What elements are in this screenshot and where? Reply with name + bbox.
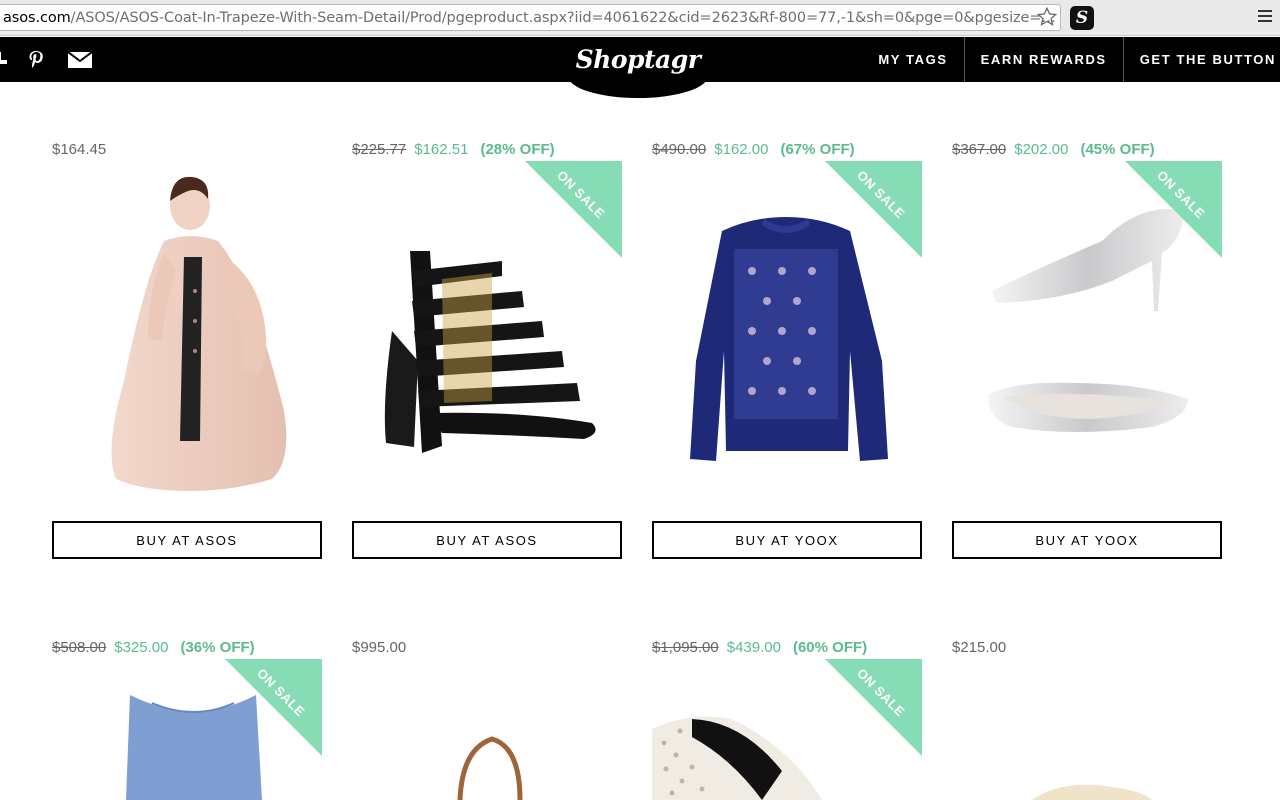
regular-price: $995.00 xyxy=(352,639,407,656)
price-line: $215.00 xyxy=(952,639,1006,656)
original-price: $1,095.00 xyxy=(652,639,719,656)
main-nav: MY TAGS EARN REWARDS GET THE BUTTON xyxy=(858,37,1280,82)
price-line: $164.45 xyxy=(52,141,106,158)
price-line: $1,095.00 $439.00 (60% OFF) xyxy=(652,639,867,656)
original-price: $490.00 xyxy=(652,141,707,158)
product-image-dress[interactable]: ON SALE xyxy=(52,659,322,800)
sale-price: $325.00 xyxy=(114,639,169,656)
nav-my-tags[interactable]: MY TAGS xyxy=(858,37,963,82)
buy-button[interactable]: BUY AT ASOS xyxy=(52,521,322,559)
site-logo[interactable]: Shoptagr xyxy=(568,45,708,74)
price-line: $225.77 $162.51 (28% OFF) xyxy=(352,141,555,158)
discount-percent: (45% OFF) xyxy=(1080,141,1155,158)
product-image-coat[interactable] xyxy=(52,161,322,506)
price-line: $995.00 xyxy=(352,639,406,656)
bookmark-star-icon[interactable] xyxy=(1036,6,1058,28)
product-image-studded-shoe[interactable]: ON SALE xyxy=(652,659,922,800)
discount-percent: (67% OFF) xyxy=(780,141,855,158)
price-line: $508.00 $325.00 (36% OFF) xyxy=(52,639,255,656)
regular-price: $215.00 xyxy=(952,639,1007,656)
sale-price: $202.00 xyxy=(1014,141,1069,158)
browser-toolbar: asos.com/ASOS/ASOS-Coat-In-Trapeze-With-… xyxy=(0,0,1280,36)
buy-button[interactable]: BUY AT ASOS xyxy=(352,521,622,559)
address-bar[interactable]: asos.com/ASOS/ASOS-Coat-In-Trapeze-With-… xyxy=(0,4,1061,31)
discount-percent: (28% OFF) xyxy=(480,141,555,158)
sale-price: $162.51 xyxy=(414,141,469,158)
logo-tab: Shoptagr xyxy=(568,40,708,98)
email-icon[interactable] xyxy=(60,45,100,75)
sale-price: $162.00 xyxy=(714,141,769,158)
buy-button[interactable]: BUY AT YOOX xyxy=(952,521,1222,559)
original-price: $508.00 xyxy=(52,639,107,656)
product-image-cream-shoe[interactable] xyxy=(952,659,1222,800)
buy-button[interactable]: BUY AT YOOX xyxy=(652,521,922,559)
url-host: asos.com xyxy=(3,10,71,26)
discount-percent: (60% OFF) xyxy=(792,639,868,656)
pinterest-icon[interactable] xyxy=(16,45,56,75)
nav-earn-rewards[interactable]: EARN REWARDS xyxy=(963,37,1123,82)
sale-price: $439.00 xyxy=(726,639,781,656)
product-image-handbag[interactable] xyxy=(352,659,622,800)
price-line: $490.00 $162.00 (67% OFF) xyxy=(652,141,855,158)
product-image-sandal[interactable]: ON SALE xyxy=(352,161,622,506)
original-price: $367.00 xyxy=(952,141,1007,158)
product-image-pumps[interactable]: ON SALE xyxy=(952,161,1222,506)
nav-get-the-button[interactable]: GET THE BUTTON xyxy=(1122,37,1280,82)
twitter-icon[interactable] xyxy=(0,50,12,70)
browser-menu-icon[interactable] xyxy=(1258,10,1272,24)
shoptagr-extension-icon[interactable]: S xyxy=(1070,6,1094,30)
price-line: $367.00 $202.00 (45% OFF) xyxy=(952,141,1155,158)
original-price: $225.77 xyxy=(352,141,407,158)
url-path: /ASOS/ASOS-Coat-In-Trapeze-With-Seam-Det… xyxy=(70,10,1056,26)
product-image-sweater[interactable]: ON SALE xyxy=(652,161,922,506)
discount-percent: (36% OFF) xyxy=(180,639,255,656)
regular-price: $164.45 xyxy=(52,141,107,158)
